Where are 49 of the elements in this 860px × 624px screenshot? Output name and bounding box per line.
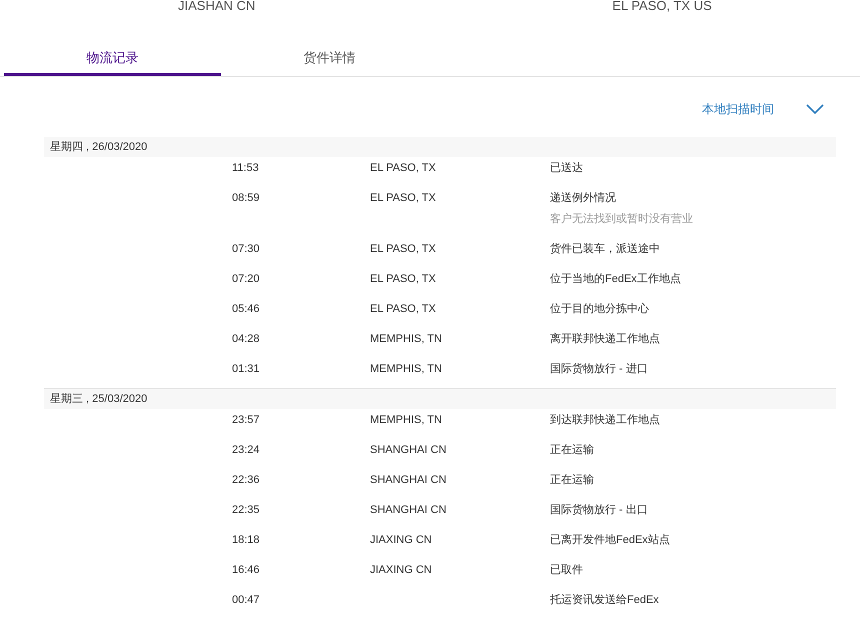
event-status: 到达联邦快递工作地点 — [550, 413, 661, 427]
event-location: JIAXING CN — [370, 533, 433, 547]
event-time: 04:28 — [232, 332, 261, 346]
event-time: 08:59 — [232, 191, 261, 205]
event-location: EL PASO, TX — [370, 161, 437, 175]
tab[interactable]: 货件详情 — [221, 47, 438, 76]
date-header: 星期四 , 26/03/2020 — [44, 137, 836, 157]
date-header: 星期三 , 25/03/2020 — [44, 388, 836, 409]
event-status: 已送达 — [550, 161, 584, 175]
event-location: SHANGHAI CN — [370, 473, 448, 487]
event-location: SHANGHAI CN — [370, 443, 448, 457]
event-status: 已离开发件地FedEx站点 — [550, 533, 671, 547]
event-time: 22:35 — [232, 503, 261, 517]
destination-location: EL PASO, TX US — [612, 0, 712, 13]
event-status: 正在运输 — [550, 443, 595, 457]
event-time: 18:18 — [232, 533, 261, 547]
event-time: 07:20 — [232, 272, 261, 286]
origin-location: JIASHAN CN — [178, 0, 256, 13]
event-location: EL PASO, TX — [370, 242, 437, 256]
event-status: 递送例外情况 — [550, 191, 617, 205]
sort-button[interactable]: 本地扫描时间 — [702, 100, 774, 118]
event-time: 01:31 — [232, 362, 261, 376]
event-time: 05:46 — [232, 302, 261, 316]
event-note: 客户无法找到或暂时没有营业 — [550, 212, 694, 226]
event-location: EL PASO, TX — [370, 272, 437, 286]
event-status: 已取件 — [550, 563, 584, 577]
event-time: 07:30 — [232, 242, 261, 256]
event-time: 23:57 — [232, 413, 261, 427]
event-status: 正在运输 — [550, 473, 595, 487]
event-status: 国际货物放行 - 进口 — [550, 362, 649, 376]
event-location: MEMPHIS, TN — [370, 332, 443, 346]
event-location: EL PASO, TX — [370, 191, 437, 205]
event-location: MEMPHIS, TN — [370, 413, 443, 427]
event-time: 22:36 — [232, 473, 261, 487]
event-status: 国际货物放行 - 出口 — [550, 503, 649, 517]
event-status: 托运资讯发送给FedEx — [550, 593, 660, 607]
chevron-down-icon[interactable] — [806, 104, 824, 114]
event-time: 00:47 — [232, 593, 261, 607]
event-status: 位于当地的FedEx工作地点 — [550, 272, 682, 286]
event-time: 11:53 — [232, 161, 260, 175]
event-location: JIAXING CN — [370, 563, 433, 577]
event-status: 离开联邦快递工作地点 — [550, 332, 661, 346]
event-location: SHANGHAI CN — [370, 503, 448, 517]
event-status: 位于目的地分拣中心 — [550, 302, 650, 316]
event-location: EL PASO, TX — [370, 302, 437, 316]
event-location: MEMPHIS, TN — [370, 362, 443, 376]
event-time: 23:24 — [232, 443, 261, 457]
event-time: 16:46 — [232, 563, 261, 577]
event-status: 货件已装车，派送途中 — [550, 242, 661, 256]
